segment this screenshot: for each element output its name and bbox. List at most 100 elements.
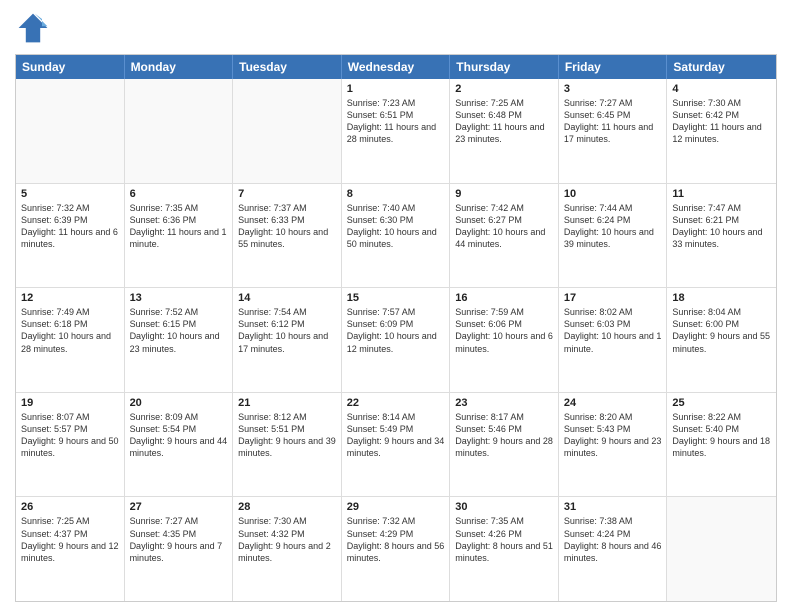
cal-cell: 19Sunrise: 8:07 AMSunset: 5:57 PMDayligh…: [16, 393, 125, 497]
cell-info: Sunrise: 7:59 AMSunset: 6:06 PMDaylight:…: [455, 306, 553, 355]
cal-cell: 31Sunrise: 7:38 AMSunset: 4:24 PMDayligh…: [559, 497, 668, 601]
cal-cell: 25 Sunrise: 8:22 AMSunset: 5:40 PMDayligh…: [667, 393, 776, 497]
cal-cell: 30 Sunrise: 7:35 AMSunset: 4:26 PMDayligh…: [450, 497, 559, 601]
day-header-wednesday: Wednesday: [342, 55, 451, 79]
day-number: 7: [238, 188, 336, 200]
week-row-1: 1Sunrise: 7:23 AMSunset: 6:51 PMDaylight…: [16, 79, 776, 184]
day-number: 8: [347, 188, 445, 200]
day-number: 28: [238, 501, 336, 513]
day-number: 9: [455, 188, 553, 200]
day-number: 3: [564, 83, 662, 95]
day-number: 26: [21, 501, 119, 513]
day-number: 29: [347, 501, 445, 513]
cal-cell: 20 Sunrise: 8:09 AMSunset: 5:54 PMDayligh…: [125, 393, 234, 497]
cell-info: Sunrise: 8:22 AMSunset: 5:40 PMDaylight:…: [672, 411, 771, 460]
cell-info: Sunrise: 7:49 AMSunset: 6:18 PMDaylight:…: [21, 306, 119, 355]
cell-info: Sunrise: 7:27 AMSunset: 4:35 PMDaylight:…: [130, 515, 228, 564]
week-row-5: 26 Sunrise: 7:25 AMSunset: 4:37 PMDayligh…: [16, 497, 776, 601]
day-number: 2: [455, 83, 553, 95]
cal-cell: 29 Sunrise: 7:32 AMSunset: 4:29 PMDayligh…: [342, 497, 451, 601]
cal-cell: 16Sunrise: 7:59 AMSunset: 6:06 PMDayligh…: [450, 288, 559, 392]
cal-cell: 28 Sunrise: 7:30 AMSunset: 4:32 PMDayligh…: [233, 497, 342, 601]
day-number: 20: [130, 397, 228, 409]
day-number: 21: [238, 397, 336, 409]
day-number: 11: [672, 188, 771, 200]
day-number: 30: [455, 501, 553, 513]
day-number: 27: [130, 501, 228, 513]
cell-info: Sunrise: 7:54 AMSunset: 6:12 PMDaylight:…: [238, 306, 336, 355]
calendar-header: SundayMondayTuesdayWednesdayThursdayFrid…: [16, 55, 776, 79]
day-number: 14: [238, 292, 336, 304]
cal-cell: 27 Sunrise: 7:27 AMSunset: 4:35 PMDayligh…: [125, 497, 234, 601]
calendar-body: 1Sunrise: 7:23 AMSunset: 6:51 PMDaylight…: [16, 79, 776, 601]
cell-info: Sunrise: 7:44 AMSunset: 6:24 PMDaylight:…: [564, 202, 662, 251]
cell-info: Sunrise: 7:25 AMSunset: 6:48 PMDaylight:…: [455, 97, 553, 146]
cell-info: Sunrise: 8:20 AMSunset: 5:43 PMDaylight:…: [564, 411, 662, 460]
cal-cell: 15 Sunrise: 7:57 AMSunset: 6:09 PMDayligh…: [342, 288, 451, 392]
day-number: 10: [564, 188, 662, 200]
cal-cell: 5 Sunrise: 7:32 AMSunset: 6:39 PMDaylight…: [16, 184, 125, 288]
cell-info: Sunrise: 8:09 AMSunset: 5:54 PMDaylight:…: [130, 411, 228, 460]
cal-cell: 14 Sunrise: 7:54 AMSunset: 6:12 PMDayligh…: [233, 288, 342, 392]
cell-info: Sunrise: 7:40 AMSunset: 6:30 PMDaylight:…: [347, 202, 445, 251]
day-number: 12: [21, 292, 119, 304]
cal-cell: 22 Sunrise: 8:14 AMSunset: 5:49 PMDayligh…: [342, 393, 451, 497]
header: [15, 10, 777, 46]
cal-cell: 13Sunrise: 7:52 AMSunset: 6:15 PMDayligh…: [125, 288, 234, 392]
week-row-3: 12 Sunrise: 7:49 AMSunset: 6:18 PMDayligh…: [16, 288, 776, 393]
cell-info: Sunrise: 8:17 AMSunset: 5:46 PMDaylight:…: [455, 411, 553, 460]
day-header-friday: Friday: [559, 55, 668, 79]
day-header-tuesday: Tuesday: [233, 55, 342, 79]
cal-cell: [233, 79, 342, 183]
cell-info: Sunrise: 7:32 AMSunset: 6:39 PMDaylight:…: [21, 202, 119, 251]
cell-info: Sunrise: 7:32 AMSunset: 4:29 PMDaylight:…: [347, 515, 445, 564]
cell-info: Sunrise: 7:30 AMSunset: 4:32 PMDaylight:…: [238, 515, 336, 564]
cell-info: Sunrise: 8:02 AMSunset: 6:03 PMDaylight:…: [564, 306, 662, 355]
day-number: 4: [672, 83, 771, 95]
logo: [15, 10, 55, 46]
cell-info: Sunrise: 7:30 AMSunset: 6:42 PMDaylight:…: [672, 97, 771, 146]
cell-info: Sunrise: 8:14 AMSunset: 5:49 PMDaylight:…: [347, 411, 445, 460]
logo-icon: [15, 10, 51, 46]
day-number: 31: [564, 501, 662, 513]
cal-cell: 2 Sunrise: 7:25 AMSunset: 6:48 PMDaylight…: [450, 79, 559, 183]
day-number: 17: [564, 292, 662, 304]
day-number: 24: [564, 397, 662, 409]
day-header-saturday: Saturday: [667, 55, 776, 79]
day-number: 18: [672, 292, 771, 304]
cal-cell: [125, 79, 234, 183]
cal-cell: 23Sunrise: 8:17 AMSunset: 5:46 PMDayligh…: [450, 393, 559, 497]
day-number: 15: [347, 292, 445, 304]
day-number: 5: [21, 188, 119, 200]
cal-cell: 3Sunrise: 7:27 AMSunset: 6:45 PMDaylight…: [559, 79, 668, 183]
cal-cell: 12 Sunrise: 7:49 AMSunset: 6:18 PMDayligh…: [16, 288, 125, 392]
cell-info: Sunrise: 7:57 AMSunset: 6:09 PMDaylight:…: [347, 306, 445, 355]
cell-info: Sunrise: 7:35 AMSunset: 6:36 PMDaylight:…: [130, 202, 228, 251]
day-header-thursday: Thursday: [450, 55, 559, 79]
day-header-monday: Monday: [125, 55, 234, 79]
cal-cell: 21 Sunrise: 8:12 AMSunset: 5:51 PMDayligh…: [233, 393, 342, 497]
cell-info: Sunrise: 7:25 AMSunset: 4:37 PMDaylight:…: [21, 515, 119, 564]
week-row-2: 5 Sunrise: 7:32 AMSunset: 6:39 PMDaylight…: [16, 184, 776, 289]
cal-cell: 10 Sunrise: 7:44 AMSunset: 6:24 PMDayligh…: [559, 184, 668, 288]
day-header-sunday: Sunday: [16, 55, 125, 79]
cal-cell: 1Sunrise: 7:23 AMSunset: 6:51 PMDaylight…: [342, 79, 451, 183]
cell-info: Sunrise: 8:07 AMSunset: 5:57 PMDaylight:…: [21, 411, 119, 460]
cell-info: Sunrise: 7:37 AMSunset: 6:33 PMDaylight:…: [238, 202, 336, 251]
cal-cell: 7 Sunrise: 7:37 AMSunset: 6:33 PMDaylight…: [233, 184, 342, 288]
cal-cell: 6Sunrise: 7:35 AMSunset: 6:36 PMDaylight…: [125, 184, 234, 288]
cal-cell: 26 Sunrise: 7:25 AMSunset: 4:37 PMDayligh…: [16, 497, 125, 601]
cell-info: Sunrise: 8:04 AMSunset: 6:00 PMDaylight:…: [672, 306, 771, 355]
cell-info: Sunrise: 7:35 AMSunset: 4:26 PMDaylight:…: [455, 515, 553, 564]
cell-info: Sunrise: 8:12 AMSunset: 5:51 PMDaylight:…: [238, 411, 336, 460]
cell-info: Sunrise: 7:23 AMSunset: 6:51 PMDaylight:…: [347, 97, 445, 146]
page: SundayMondayTuesdayWednesdayThursdayFrid…: [0, 0, 792, 612]
day-number: 13: [130, 292, 228, 304]
day-number: 22: [347, 397, 445, 409]
cal-cell: [16, 79, 125, 183]
cal-cell: 4 Sunrise: 7:30 AMSunset: 6:42 PMDaylight…: [667, 79, 776, 183]
cal-cell: 17 Sunrise: 8:02 AMSunset: 6:03 PMDayligh…: [559, 288, 668, 392]
day-number: 25: [672, 397, 771, 409]
cal-cell: 11Sunrise: 7:47 AMSunset: 6:21 PMDayligh…: [667, 184, 776, 288]
cal-cell: 18 Sunrise: 8:04 AMSunset: 6:00 PMDayligh…: [667, 288, 776, 392]
